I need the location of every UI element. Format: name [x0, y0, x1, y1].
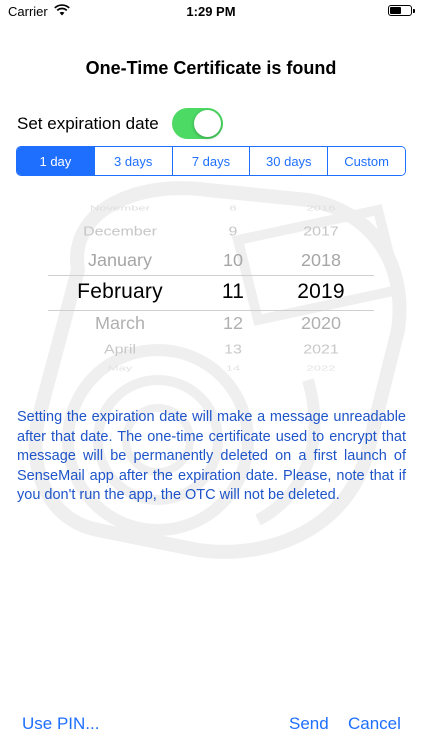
segment-custom[interactable]: Custom: [328, 147, 405, 175]
status-time: 1:29 PM: [186, 4, 236, 19]
picker-top-divider: [48, 275, 374, 276]
toggle-knob: [194, 110, 221, 137]
status-bar: Carrier 1:29 PM: [0, 0, 422, 24]
segment-3-days[interactable]: 3 days: [94, 147, 173, 175]
segment-1-day[interactable]: 1 day: [17, 147, 95, 175]
picker-month: January: [87, 251, 153, 270]
segment-7-days[interactable]: 7 days: [172, 147, 251, 175]
picker-day: 8: [229, 204, 237, 213]
battery-fill: [390, 7, 401, 14]
expiration-row: Set expiration date: [17, 108, 237, 140]
picker-day: 10: [222, 251, 244, 270]
picker-year-selected: 2019: [297, 280, 345, 303]
picker-month: November: [90, 204, 150, 213]
picker-month: May: [107, 364, 133, 373]
picker-year: 2018: [300, 251, 342, 270]
picker-month: March: [94, 314, 145, 333]
picker-month: December: [83, 225, 157, 239]
picker-month-selected: February: [77, 280, 163, 303]
picker-day: 13: [224, 343, 242, 357]
picker-year: 2022: [306, 364, 336, 373]
send-button[interactable]: Send: [289, 714, 329, 734]
use-pin-button[interactable]: Use PIN...: [22, 714, 99, 734]
date-picker[interactable]: November 8 2016 December 9 2017 January …: [48, 196, 374, 378]
picker-bottom-divider: [48, 310, 374, 311]
cancel-button[interactable]: Cancel: [348, 714, 401, 734]
picker-year: 2017: [303, 225, 339, 239]
picker-year: 2016: [306, 204, 336, 213]
page-title: One-Time Certificate is found: [85, 58, 337, 78]
battery-tip: [413, 9, 415, 13]
picker-day: 12: [222, 314, 244, 333]
expiration-label: Set expiration date: [17, 114, 159, 133]
battery-icon: [388, 5, 415, 16]
picker-year: 2021: [303, 343, 339, 357]
segment-30-days[interactable]: 30 days: [250, 147, 329, 175]
picker-month: April: [103, 343, 136, 357]
expiration-toggle[interactable]: [172, 108, 223, 139]
duration-segmented-control: 1 day 3 days 7 days 30 days Custom: [16, 146, 406, 176]
picker-year: 2020: [300, 314, 342, 333]
bottom-toolbar: Use PIN... Send Cancel: [0, 704, 422, 750]
picker-day: 14: [225, 364, 241, 373]
picker-day: 9: [228, 225, 238, 239]
picker-day-selected: 11: [221, 280, 245, 303]
expiration-description: Setting the expiration date will make a …: [17, 409, 406, 503]
